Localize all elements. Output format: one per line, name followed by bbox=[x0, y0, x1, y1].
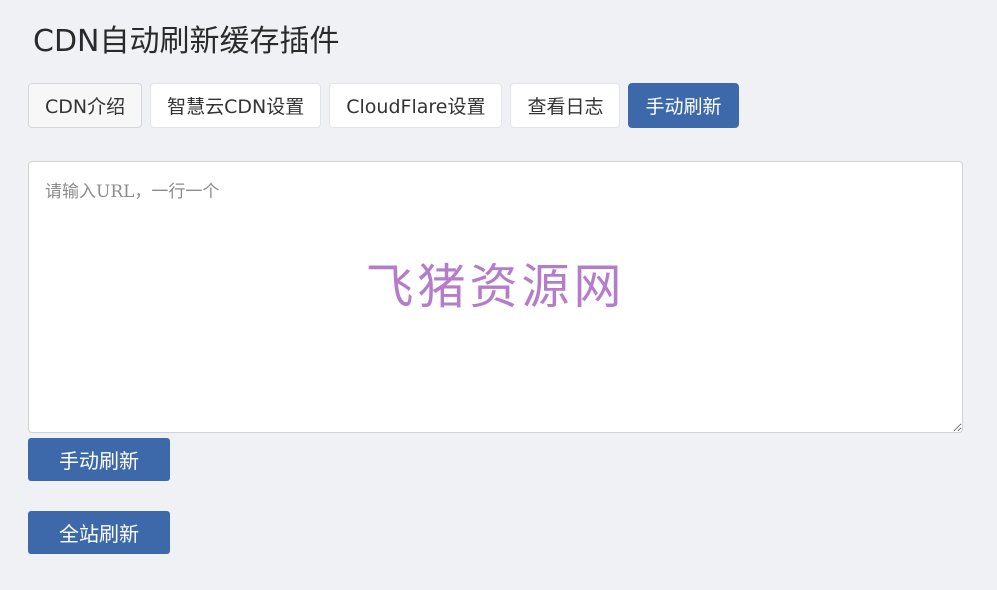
page-title: CDN自动刷新缓存插件 bbox=[33, 24, 340, 59]
tab-manual-refresh[interactable]: 手动刷新 bbox=[628, 83, 739, 128]
url-input[interactable] bbox=[29, 162, 962, 432]
tab-bar: CDN介绍 智慧云CDN设置 CloudFlare设置 查看日志 手动刷新 bbox=[28, 83, 739, 128]
tab-zhihuiyun-cdn-settings[interactable]: 智慧云CDN设置 bbox=[150, 83, 322, 128]
url-input-container bbox=[28, 161, 963, 433]
tab-cdn-intro[interactable]: CDN介绍 bbox=[28, 83, 143, 128]
tab-cloudflare-settings[interactable]: CloudFlare设置 bbox=[329, 83, 503, 128]
manual-refresh-button[interactable]: 手动刷新 bbox=[28, 438, 170, 481]
tab-view-logs[interactable]: 查看日志 bbox=[510, 83, 621, 128]
full-site-refresh-button[interactable]: 全站刷新 bbox=[28, 511, 170, 554]
